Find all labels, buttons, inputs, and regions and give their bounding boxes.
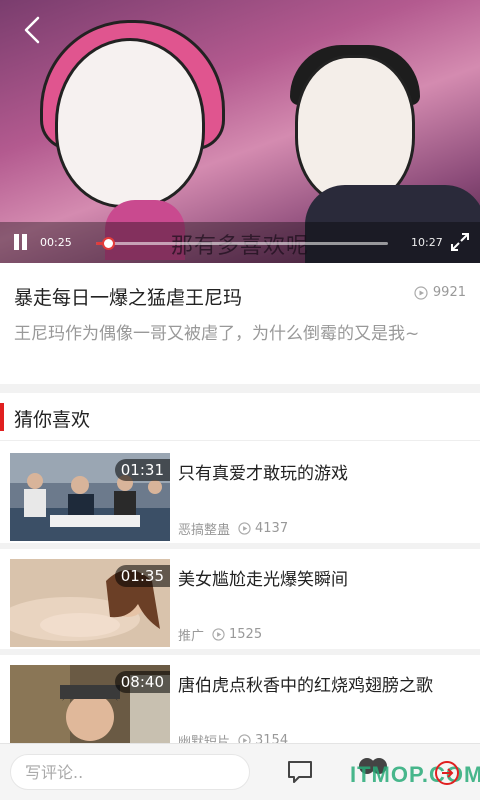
video-title: 暴走每日一爆之猛虐王尼玛 [14,287,243,309]
share-icon [435,761,459,785]
list-item[interactable]: 08:40 唐伯虎点秋香中的红烧鸡翅膀之歌 幽默短片 3154 [0,655,480,753]
fullscreen-button[interactable] [450,232,470,252]
video-duration: 01:35 [114,565,170,587]
video-description: 王尼玛作为偶像一哥又被虐了，为什么倒霉的又是我~ [14,324,420,344]
play-count-icon [212,628,225,641]
current-time: 00:25 [40,236,72,249]
progress-slider[interactable] [96,237,388,250]
section-header: 猜你喜欢 [0,393,480,441]
player-controls: 00:25 10:27 [0,222,480,263]
view-count-value: 9921 [432,285,466,300]
pause-button[interactable] [12,234,30,252]
video-info: 暴走每日一爆之猛虐王尼玛 9921 王尼玛作为偶像一哥又被虐了，为什么倒霉的又是… [0,263,480,384]
recommend-section: 猜你喜欢 01:31 只有真爱才敢玩的游戏 恶搞整蛊 4137 01:35 美女… [0,393,480,800]
item-title[interactable]: 唐伯虎点秋香中的红烧鸡翅膀之歌 [178,671,433,696]
comment-input[interactable] [10,754,250,790]
item-category: 推广 [178,629,205,644]
comment-button[interactable] [286,758,314,786]
list-item[interactable]: 01:31 只有真爱才敢玩的游戏 恶搞整蛊 4137 [0,443,480,549]
total-time: 10:27 [411,236,443,249]
fullscreen-icon [451,233,469,251]
item-views: 4137 [255,521,289,536]
section-accent-bar [0,403,4,431]
item-view-count: 4137 [238,521,288,536]
share-button[interactable] [432,758,462,788]
pause-icon [14,234,19,250]
bottom-action-bar: ITMOP.COM [0,743,480,800]
play-count-icon [414,285,428,300]
item-view-count: 1525 [212,627,262,642]
video-duration: 08:40 [114,671,170,693]
item-meta: 推广 1525 [178,625,262,644]
play-count-icon [238,522,251,535]
video-player[interactable]: 那有多喜欢呢 00:25 10:27 [0,0,480,263]
cartoon-face-left [55,38,205,208]
comment-icon [288,761,312,783]
cartoon-face-right [295,55,415,205]
item-meta: 恶搞整蛊 4137 [178,519,288,538]
back-button[interactable] [18,12,48,48]
item-title[interactable]: 只有真爱才敢玩的游戏 [178,459,348,484]
item-title[interactable]: 美女尴尬走光爆笑瞬间 [178,565,348,590]
video-thumbnail[interactable]: 01:35 [10,559,170,647]
section-title: 猜你喜欢 [14,409,91,431]
view-count: 9921 [414,285,466,300]
video-thumbnail[interactable]: 08:40 [10,665,170,753]
item-category: 恶搞整蛊 [178,523,231,538]
pause-icon-bar [22,234,27,250]
video-duration: 01:31 [114,459,170,481]
video-thumbnail[interactable]: 01:31 [10,453,170,541]
item-views: 1525 [229,627,263,642]
chevron-left-icon [24,16,40,44]
list-item[interactable]: 01:35 美女尴尬走光爆笑瞬间 推广 1525 [0,549,480,655]
progress-knob[interactable] [101,237,115,250]
